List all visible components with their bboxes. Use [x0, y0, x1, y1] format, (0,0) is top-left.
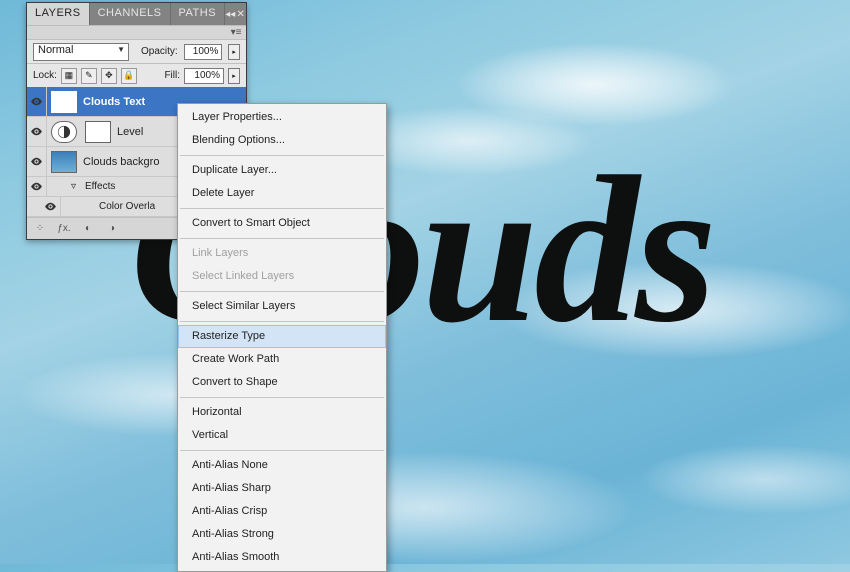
lock-pixels-icon[interactable]: ✎ [81, 68, 97, 84]
menu-item-anti-alias-smooth[interactable]: Anti-Alias Smooth [178, 546, 386, 569]
menu-separator [180, 208, 384, 209]
opacity-input[interactable]: 100% [184, 44, 223, 60]
lock-transparency-icon[interactable]: ▦ [61, 68, 77, 84]
fill-input[interactable]: 100% [184, 68, 224, 84]
menu-item-duplicate-layer[interactable]: Duplicate Layer... [178, 159, 386, 182]
panel-menu-icon[interactable]: ✕ [236, 3, 246, 25]
visibility-toggle[interactable] [27, 87, 47, 116]
menu-separator [180, 397, 384, 398]
blend-mode-select[interactable]: Normal [33, 43, 129, 61]
panel-collapse-icon[interactable]: ◂◂ [225, 3, 235, 25]
menu-item-anti-alias-none[interactable]: Anti-Alias None [178, 454, 386, 477]
lock-label: Lock: [33, 70, 57, 81]
menu-item-select-linked-layers: Select Linked Layers [178, 265, 386, 288]
visibility-toggle[interactable] [27, 177, 47, 196]
menu-item-create-work-path[interactable]: Create Work Path [178, 348, 386, 371]
adjustment-icon [51, 121, 77, 143]
menu-item-anti-alias-crisp[interactable]: Anti-Alias Crisp [178, 500, 386, 523]
menu-item-convert-to-smart-object[interactable]: Convert to Smart Object [178, 212, 386, 235]
opacity-flyout-icon[interactable]: ▸ [228, 44, 240, 60]
menu-item-anti-alias-strong[interactable]: Anti-Alias Strong [178, 523, 386, 546]
visibility-toggle[interactable] [41, 197, 61, 216]
opacity-label: Opacity: [141, 46, 178, 57]
adjustment-layer-icon[interactable]: ◑ [103, 221, 121, 237]
menu-item-delete-layer[interactable]: Delete Layer [178, 182, 386, 205]
visibility-toggle[interactable] [27, 147, 47, 176]
link-layers-icon[interactable]: ⁘ [31, 221, 49, 237]
effects-label: Effects [85, 181, 115, 192]
panel-tabs: LAYERS CHANNELS PATHS ◂◂ ✕ [27, 3, 246, 25]
fill-flyout-icon[interactable]: ▸ [228, 68, 240, 84]
blend-opacity-row: Normal Opacity: 100% ▸ [27, 39, 246, 63]
menu-separator [180, 450, 384, 451]
layer-thumbnail [51, 151, 77, 173]
disclosure-triangle-icon[interactable]: ▿ [71, 181, 81, 192]
menu-separator [180, 238, 384, 239]
tab-paths[interactable]: PATHS [171, 3, 226, 25]
menu-item-select-similar-layers[interactable]: Select Similar Layers [178, 295, 386, 318]
layer-context-menu: Layer Properties...Blending Options... Du… [177, 103, 387, 572]
tab-channels[interactable]: CHANNELS [90, 3, 171, 25]
menu-item-horizontal[interactable]: Horizontal [178, 401, 386, 424]
layer-mask-icon[interactable]: ◐ [79, 221, 97, 237]
menu-item-link-layers: Link Layers [178, 242, 386, 265]
menu-item-blending-options[interactable]: Blending Options... [178, 129, 386, 152]
tab-layers[interactable]: LAYERS [27, 3, 90, 25]
menu-item-anti-alias-sharp[interactable]: Anti-Alias Sharp [178, 477, 386, 500]
lock-all-icon[interactable]: 🔒 [121, 68, 137, 84]
layer-style-icon[interactable]: ƒx. [55, 221, 73, 237]
panel-flyout-icon[interactable]: ▾≡ [226, 26, 246, 39]
menu-item-layer-properties[interactable]: Layer Properties... [178, 106, 386, 129]
visibility-toggle[interactable] [27, 117, 47, 146]
menu-separator [180, 291, 384, 292]
menu-item-vertical[interactable]: Vertical [178, 424, 386, 447]
layer-mask-thumbnail [85, 121, 111, 143]
lock-position-icon[interactable]: ✥ [101, 68, 117, 84]
menu-separator [180, 155, 384, 156]
menu-item-rasterize-type[interactable]: Rasterize Type [178, 325, 386, 348]
layer-thumbnail-text-icon: T [51, 91, 77, 113]
fill-label: Fill: [164, 70, 180, 81]
effect-label: Color Overla [99, 201, 155, 212]
menu-separator [180, 321, 384, 322]
lock-fill-row: Lock: ▦ ✎ ✥ 🔒 Fill: 100% ▸ [27, 63, 246, 87]
menu-item-convert-to-shape[interactable]: Convert to Shape [178, 371, 386, 394]
